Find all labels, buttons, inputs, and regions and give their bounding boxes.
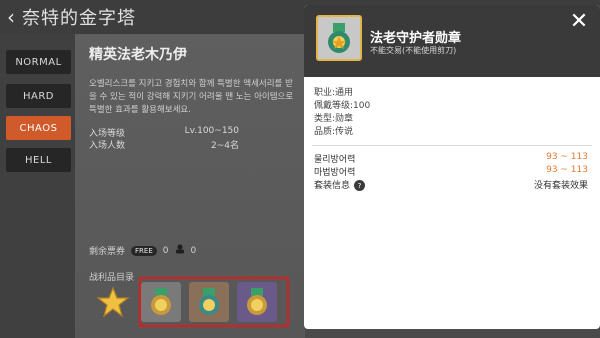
remaining-tickets: 剩余票券 FREE 0 0 [89,244,196,257]
stat-label: 물리방어력 [314,155,356,165]
ticket-count: 0 [190,245,197,256]
difficulty-sidebar: NORMAL HARD CHAOS HELL [0,34,75,338]
tooltip-divider [312,145,592,146]
set-label-wrap: 套装信息? [314,178,366,191]
tooltip-item-icon-frame [316,15,362,61]
difficulty-hell-button[interactable]: HELL [6,148,71,172]
difficulty-normal-button[interactable]: NORMAL [6,50,71,74]
boss-description: 오벨리스크를 지키고 경험치와 함께 특별한 액세서리를 받을 수 있는 적이 … [89,79,294,115]
close-icon[interactable]: ✕ [568,11,590,33]
tooltip-job: 职业:通用 [314,88,354,98]
loot-highlight-box [139,277,289,327]
free-badge: FREE [131,245,157,256]
entry-players-value: 2~4名 [211,141,239,151]
tooltip-stat-row: 물리방어력 93 ~ 113 [314,152,588,165]
boss-panel: 精英法老木乃伊 오벨리스크를 지키고 경험치와 함께 특별한 액세서리를 받을 … [75,34,305,338]
set-label: 套装信息 [314,181,351,191]
boss-name: 精英法老木乃伊 [89,47,187,63]
ticket-icon [175,244,185,257]
chevron-left-icon[interactable]: ‹ [2,0,20,34]
help-icon[interactable]: ? [354,180,366,191]
free-count: 0 [162,245,169,256]
medal-icon [328,23,350,53]
tooltip-set-row: 套装信息? 没有套装效果 [314,178,588,191]
tooltip-item-sub: 不能交易(不能使用剪刀) [370,46,457,55]
difficulty-chaos-button[interactable]: CHAOS [6,116,71,140]
tooltip-item-name: 法老守护者勋章 [370,31,462,46]
stat-value: 93 ~ 113 [546,152,588,162]
tooltip-stat-row: 마법방어력 93 ~ 113 [314,165,588,178]
difficulty-hard-button[interactable]: HARD [6,84,71,108]
entry-players-label: 入场人数 [89,141,126,151]
tooltip-type: 类型:勋章 [314,114,354,124]
item-tooltip: 法老守护者勋章 不能交易(不能使用剪刀) ✕ 职业:通用 佩戴等级:100 类型… [304,5,600,329]
tooltip-req-level: 佩戴等级:100 [314,101,371,111]
tooltip-header: 法老守护者勋章 不能交易(不能使用剪刀) ✕ [304,5,600,77]
stat-label: 마법방어력 [314,168,356,178]
set-value: 没有套装效果 [533,181,588,191]
stat-value: 93 ~ 113 [546,165,588,175]
loot-slot-star[interactable] [93,282,133,322]
page-title: 奈特的金字塔 [22,8,136,29]
entry-players-row: 入场人数 2~4名 [89,138,239,151]
star-item-icon [96,286,130,318]
tooltip-quality: 品质:传说 [314,127,354,137]
remaining-label: 剩余票券 [89,247,126,257]
